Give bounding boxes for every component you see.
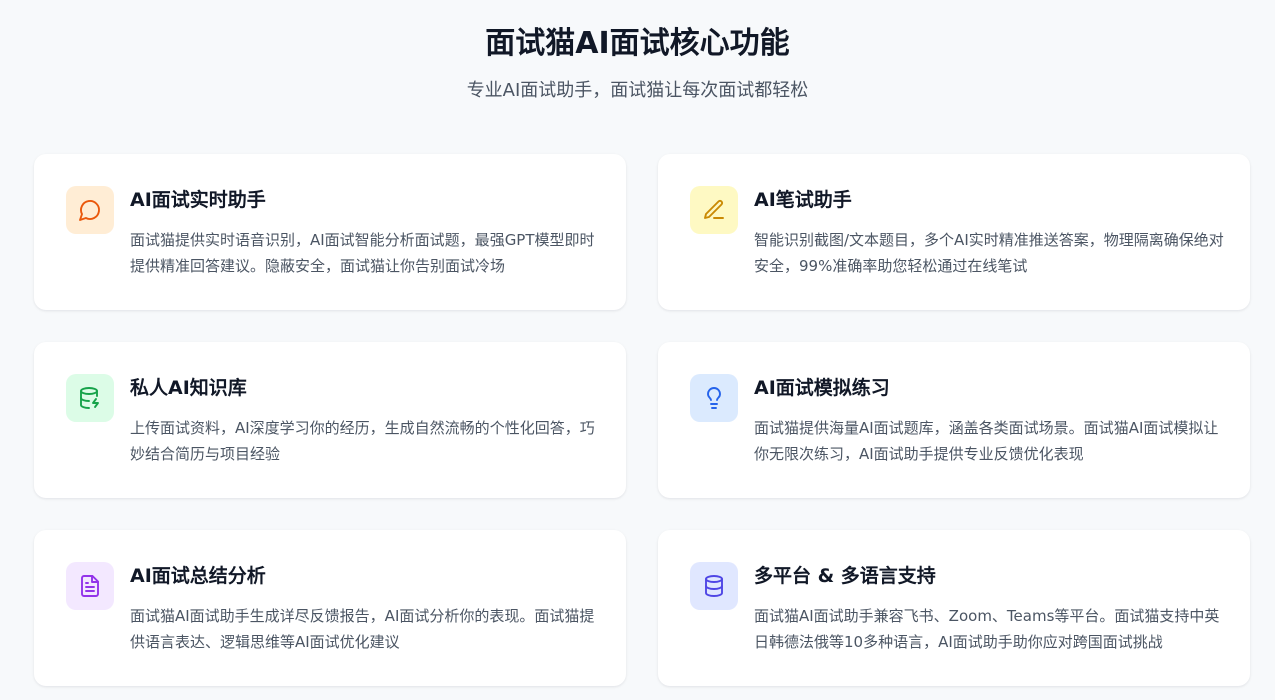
feature-title: 多平台 & 多语言支持: [754, 565, 936, 587]
feature-description: 面试猫AI面试助手兼容飞书、Zoom、Teams等平台。面试猫支持中英日韩德法俄…: [754, 607, 1220, 651]
features-section: 面试猫AI面试核心功能 专业AI面试助手，面试猫让每次面试都轻松 AI面试实时助…: [0, 0, 1275, 700]
lightbulb-icon: [690, 374, 738, 422]
page-title: 面试猫AI面试核心功能: [485, 26, 790, 61]
feature-card-summary-analysis: AI面试总结分析 面试猫AI面试助手生成详尽反馈报告，AI面试分析你的表现。面试…: [34, 530, 626, 686]
feature-title: AI面试总结分析: [130, 565, 266, 587]
database-icon: [690, 562, 738, 610]
feature-title: 私人AI知识库: [130, 377, 247, 399]
feature-card-knowledge-base: 私人AI知识库 上传面试资料，AI深度学习你的经历，生成自然流畅的个性化回答，巧…: [34, 342, 626, 498]
feature-title: AI笔试助手: [754, 189, 852, 211]
feature-description: 面试猫提供实时语音识别，AI面试智能分析面试题，最强GPT模型即时提供精准回答建…: [130, 231, 595, 275]
pencil-icon: [690, 186, 738, 234]
feature-description: 面试猫提供海量AI面试题库，涵盖各类面试场景。面试猫AI面试模拟让你无限次练习，…: [754, 419, 1219, 463]
page-subtitle: 专业AI面试助手，面试猫让每次面试都轻松: [466, 80, 809, 101]
feature-description: 面试猫AI面试助手生成详尽反馈报告，AI面试分析你的表现。面试猫提供语言表达、逻…: [130, 607, 595, 651]
feature-description: 上传面试资料，AI深度学习你的经历，生成自然流畅的个性化回答，巧妙结合简历与项目…: [130, 419, 595, 463]
feature-card-mock-practice: AI面试模拟练习 面试猫提供海量AI面试题库，涵盖各类面试场景。面试猫AI面试模…: [658, 342, 1250, 498]
feature-title: AI面试实时助手: [130, 189, 266, 211]
feature-card-written-test-assistant: AI笔试助手 智能识别截图/文本题目，多个AI实时精准推送答案，物理隔离确保绝对…: [658, 154, 1250, 310]
database-bolt-icon: [66, 374, 114, 422]
feature-card-multi-platform: 多平台 & 多语言支持 面试猫AI面试助手兼容飞书、Zoom、Teams等平台。…: [658, 530, 1250, 686]
chat-bubble-icon: [66, 186, 114, 234]
document-icon: [66, 562, 114, 610]
feature-description: 智能识别截图/文本题目，多个AI实时精准推送答案，物理隔离确保绝对安全，99%准…: [754, 231, 1224, 275]
feature-title: AI面试模拟练习: [754, 377, 890, 399]
feature-card-realtime-assistant: AI面试实时助手 面试猫提供实时语音识别，AI面试智能分析面试题，最强GPT模型…: [34, 154, 626, 310]
